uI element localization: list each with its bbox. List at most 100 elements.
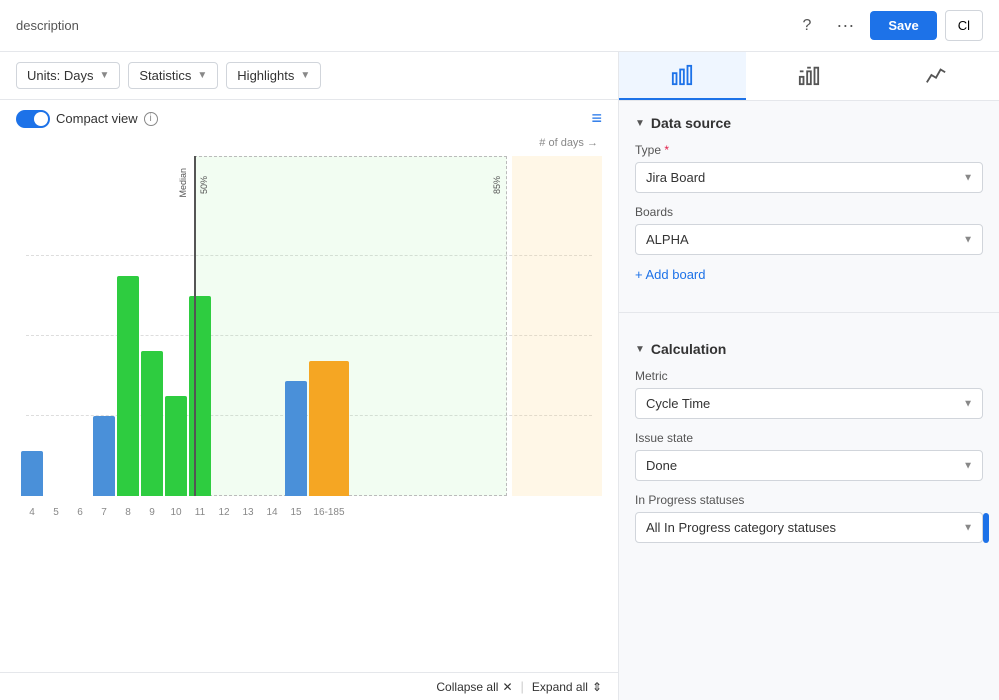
highlights-chevron-icon: ▼ (300, 70, 310, 81)
top-bar-actions: ? ··· Save Cl (793, 10, 983, 42)
histogram-bars (16, 276, 602, 496)
bar-4 (21, 451, 43, 496)
calculation-header: ▼ Calculation (635, 341, 983, 357)
bar-group-8 (117, 276, 139, 496)
main-content: Units: Days ▼ Statistics ▼ Highlights ▼ … (0, 52, 999, 700)
bar-group-12 (213, 495, 235, 496)
arrow-icon: → (587, 137, 598, 149)
description-text: description (16, 18, 79, 33)
x-tick-4: 4 (21, 507, 43, 518)
metric-label: Metric (635, 369, 983, 383)
statistics-dropdown[interactable]: Statistics ▼ (128, 62, 218, 89)
compact-toggle-group: Compact view i (16, 110, 158, 128)
issue-state-select[interactable]: Done (635, 450, 983, 481)
line-chart-icon (925, 64, 947, 86)
right-panel-tabs (619, 52, 999, 101)
right-panel: ▼ Data source Type * Jira Board ▼ Boards… (619, 52, 999, 700)
bar-12-empty (213, 495, 235, 496)
x-tick-15: 15 (285, 507, 307, 518)
bottom-bar: Collapse all ✕ | Expand all ⇕ (0, 672, 618, 700)
boards-select[interactable]: ALPHA (635, 224, 983, 255)
scrollbar-track (983, 512, 989, 543)
data-source-title: Data source (651, 115, 731, 131)
left-panel: Units: Days ▼ Statistics ▼ Highlights ▼ … (0, 52, 619, 700)
issue-state-label: Issue state (635, 431, 983, 445)
chart-toolbar: Units: Days ▼ Statistics ▼ Highlights ▼ (0, 52, 618, 100)
scrollbar-thumb (983, 513, 989, 543)
x-tick-10: 10 (165, 507, 187, 518)
bar-chart-icon (671, 64, 693, 86)
compact-info-icon[interactable]: i (144, 112, 158, 126)
add-board-button[interactable]: + Add board (635, 267, 705, 282)
collapse-x-icon: ✕ (502, 680, 512, 694)
x-tick-6: 6 (69, 507, 91, 518)
x-tick-14: 14 (261, 507, 283, 518)
expand-all-button[interactable]: Expand all ⇕ (532, 680, 602, 694)
collapse-all-button[interactable]: Collapse all ✕ (436, 680, 512, 694)
data-source-header: ▼ Data source (635, 115, 983, 131)
type-label: Type * (635, 143, 983, 157)
pct50-label: 50% (199, 176, 209, 194)
metric-select[interactable]: Cycle Time (635, 388, 983, 419)
bar-7 (93, 416, 115, 496)
bar-5-empty (45, 495, 67, 496)
x-tick-16-185: 16-185 (309, 507, 349, 518)
tab-settings-chart[interactable] (746, 52, 873, 100)
bar-group-7 (93, 416, 115, 496)
bar-14-empty (261, 495, 283, 496)
filter-icon[interactable]: ≡ (591, 108, 602, 129)
bar-group-5 (45, 495, 67, 496)
in-progress-select[interactable]: All In Progress category statuses (635, 512, 983, 543)
median-line (194, 156, 196, 496)
type-select[interactable]: Jira Board (635, 162, 983, 193)
more-options-button[interactable]: ··· (828, 11, 862, 40)
calculation-section: ▼ Calculation Metric Cycle Time ▼ Issue … (619, 327, 999, 569)
toggle-knob (34, 112, 48, 126)
compact-view-toggle[interactable] (16, 110, 50, 128)
bar-13-empty (237, 495, 259, 496)
bar-6-empty (69, 495, 91, 496)
x-tick-11: 11 (189, 507, 211, 518)
section-divider (619, 312, 999, 313)
chart-wrapper: # of days → Median 50% (0, 133, 618, 672)
bar-group-6 (69, 495, 91, 496)
x-tick-7: 7 (93, 507, 115, 518)
data-source-section: ▼ Data source Type * Jira Board ▼ Boards… (619, 101, 999, 308)
save-button[interactable]: Save (870, 11, 936, 40)
bar-10 (165, 396, 187, 496)
type-select-wrapper: Jira Board ▼ (635, 162, 983, 193)
bar-8 (117, 276, 139, 496)
bar-group-11 (189, 296, 211, 496)
bar-group-16-185 (309, 361, 349, 496)
x-tick-5: 5 (45, 507, 67, 518)
expand-chevron-icon: ⇕ (592, 680, 602, 694)
metric-select-wrapper: Cycle Time ▼ (635, 388, 983, 419)
bar-group-10 (165, 396, 187, 496)
compact-view-row: Compact view i ≡ (0, 100, 618, 133)
data-source-collapse-icon[interactable]: ▼ (635, 118, 645, 129)
tab-bar-chart[interactable] (619, 52, 746, 100)
calculation-collapse-icon[interactable]: ▼ (635, 344, 645, 355)
bar-11 (189, 296, 211, 496)
x-tick-13: 13 (237, 507, 259, 518)
boards-select-wrapper: ALPHA ▼ (635, 224, 983, 255)
x-tick-9: 9 (141, 507, 163, 518)
settings-chart-icon (798, 64, 820, 86)
top-bar: description ? ··· Save Cl (0, 0, 999, 52)
bar-group-14 (261, 495, 283, 496)
tab-line-chart[interactable] (872, 52, 999, 100)
issue-state-select-wrapper: Done ▼ (635, 450, 983, 481)
units-dropdown[interactable]: Units: Days ▼ (16, 62, 120, 89)
x-axis: 4 5 6 7 8 9 10 11 12 13 14 15 16-185 (16, 507, 602, 518)
bar-group-15 (285, 381, 307, 496)
compact-view-label: Compact view (56, 111, 138, 126)
close-button[interactable]: Cl (945, 10, 983, 41)
median-label: Median (178, 168, 188, 198)
in-progress-label: In Progress statuses (635, 493, 983, 507)
help-button[interactable]: ? (793, 10, 820, 42)
bar-16-185 (309, 361, 349, 496)
in-progress-select-wrapper: All In Progress category statuses ▼ (635, 512, 983, 543)
bar-group-9 (141, 351, 163, 496)
highlights-dropdown[interactable]: Highlights ▼ (226, 62, 321, 89)
bar-group-13 (237, 495, 259, 496)
